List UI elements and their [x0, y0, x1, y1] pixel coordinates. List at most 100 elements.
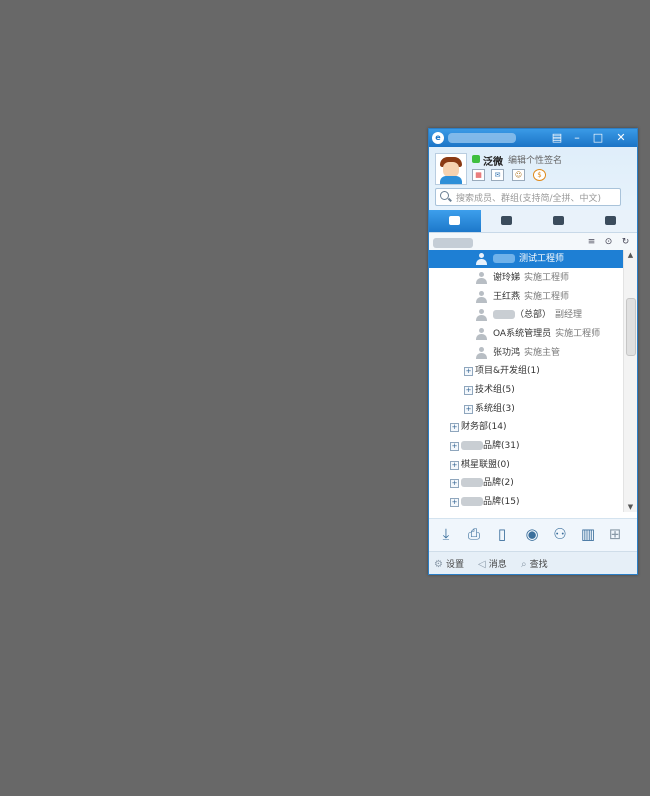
im-client-window: e ▤ – □ ✕ 泛微 编辑个性签名 ▦ ✉ ☺ $ 搜索成员、群组(支持简/… — [428, 128, 638, 575]
name-redacted — [461, 497, 483, 506]
expand-icon[interactable]: + — [450, 461, 459, 470]
contacts-card-icon[interactable]: ☺ — [512, 169, 525, 181]
expand-icon[interactable]: + — [450, 442, 459, 451]
department-row[interactable]: + 品牌(2) — [429, 474, 623, 492]
contact-title: 实施主管 — [524, 348, 561, 358]
find-label: 查找 — [529, 560, 548, 570]
settings-button[interactable]: ⚙ 设置 — [434, 557, 464, 570]
refresh-icon[interactable]: ↻ — [621, 238, 630, 247]
department-label: 品牌 — [483, 497, 502, 507]
contact-title: 实施工程师 — [524, 292, 570, 302]
group-row[interactable]: + 技术组(5) — [429, 381, 623, 399]
user-name: 泛微 — [483, 157, 503, 168]
group-row[interactable]: + 系统组(3) — [429, 400, 623, 418]
network-icon[interactable]: ⚇ — [551, 525, 569, 543]
department-label: 品牌 — [483, 478, 502, 488]
group-count: (1) — [527, 366, 540, 376]
department-label: 棋星联盟 — [461, 460, 498, 470]
expand-icon[interactable]: + — [450, 498, 459, 507]
main-tabs — [429, 210, 637, 233]
person-icon — [476, 291, 487, 303]
avatar[interactable] — [435, 153, 467, 185]
group-count: (3) — [502, 404, 515, 414]
department-label: 品牌 — [483, 441, 502, 451]
contact-row[interactable]: 张功鸿 实施主管 — [429, 344, 623, 362]
expand-icon[interactable]: + — [464, 367, 473, 376]
department-count: (0) — [497, 460, 510, 470]
department-count: (31) — [501, 441, 520, 451]
contact-row[interactable]: （总部） 副经理 — [429, 306, 623, 324]
contact-row[interactable]: OA系统管理员 实施工程师 — [429, 325, 623, 343]
name-redacted — [461, 478, 483, 487]
group-count: (5) — [502, 385, 515, 395]
person-icon — [476, 253, 487, 265]
group-label: 项目&开发组 — [475, 366, 528, 376]
status-bar: ⚙ 设置 ◁ 消息 ⌕ 查找 — [429, 551, 637, 574]
expand-icon[interactable]: + — [464, 405, 473, 414]
contact-row-selected[interactable]: 测试工程师 — [429, 250, 623, 268]
title-bar[interactable]: e ▤ – □ ✕ — [429, 129, 637, 147]
group-row[interactable]: + 项目&开发组(1) — [429, 362, 623, 380]
expand-icon[interactable]: + — [450, 423, 459, 432]
department-row[interactable]: + 棋星联盟(0) — [429, 456, 623, 474]
maximize-button[interactable]: □ — [590, 130, 606, 146]
department-count: (15) — [501, 497, 520, 507]
signature-edit[interactable]: 编辑个性签名 — [508, 153, 562, 166]
expand-icon[interactable]: + — [450, 479, 459, 488]
person-icon — [476, 272, 487, 284]
settings-label: 设置 — [445, 560, 464, 570]
person-icon — [476, 309, 487, 321]
calendar-icon[interactable]: ▦ — [472, 169, 485, 181]
locate-icon[interactable]: ⊙ — [604, 238, 613, 247]
minimize-button[interactable]: – — [569, 130, 585, 146]
statistics-icon[interactable]: ▥ — [579, 525, 597, 543]
scroll-down-icon[interactable]: ▼ — [624, 502, 637, 512]
app-logo-icon: e — [432, 132, 444, 144]
search-input[interactable]: 搜索成员、群组(支持简/全拼、中文) — [435, 188, 621, 206]
search-placeholder: 搜索成员、群组(支持简/全拼、中文) — [456, 194, 602, 204]
contact-name: 张功鸿 — [493, 348, 521, 358]
search-icon: ⌕ — [521, 559, 527, 570]
tab-organization[interactable] — [429, 210, 481, 232]
camera-icon[interactable]: ◉ — [523, 525, 541, 543]
tab-groups[interactable] — [481, 210, 533, 232]
close-button[interactable]: ✕ — [613, 130, 629, 146]
department-row[interactable]: + 品牌(15) — [429, 493, 623, 511]
chat-icon — [501, 216, 512, 225]
tab-recent[interactable] — [533, 210, 585, 232]
contact-name: 谢玲娣 — [493, 273, 521, 283]
tab-notices[interactable] — [585, 210, 637, 232]
contact-row[interactable]: 王红燕 实施工程师 — [429, 288, 623, 306]
contact-row[interactable]: 谢玲娣 实施工程师 — [429, 269, 623, 287]
group-label: 系统组 — [475, 404, 503, 414]
sort-icon[interactable]: ≡ — [587, 238, 596, 247]
person-icon — [476, 328, 487, 340]
messages-label: 消息 — [488, 560, 507, 570]
online-status-icon[interactable] — [472, 155, 480, 163]
inbox-icon[interactable]: ⎙ — [465, 525, 483, 543]
department-row[interactable]: + 品牌(31) — [429, 437, 623, 455]
contact-title: 实施工程师 — [524, 273, 570, 283]
contact-title: 实施工程师 — [555, 329, 601, 339]
download-icon[interactable]: ⤓ — [437, 525, 455, 543]
app-toolbar: ⤓ ⎙ ▯ ◉ ⚇ ▥ ⊞ — [429, 518, 637, 551]
list-scrollbar[interactable]: ▲ ▼ — [623, 250, 637, 512]
expand-icon[interactable]: + — [464, 386, 473, 395]
contact-name: OA系统管理员 — [493, 329, 552, 339]
scroll-up-icon[interactable]: ▲ — [624, 250, 637, 260]
name-redacted — [493, 310, 515, 319]
find-button[interactable]: ⌕ 查找 — [521, 557, 548, 570]
contact-title: 测试工程师 — [519, 254, 565, 264]
skin-icon[interactable]: ▤ — [549, 130, 565, 146]
department-count: (2) — [501, 478, 514, 488]
mobile-icon[interactable]: ▯ — [493, 525, 511, 543]
contact-name: （总部） — [515, 310, 552, 320]
contact-title: 副经理 — [555, 310, 583, 320]
group-label: 技术组 — [475, 385, 503, 395]
scroll-thumb[interactable] — [626, 298, 636, 356]
apps-grid-icon[interactable]: ⊞ — [606, 525, 624, 543]
department-row[interactable]: + 财务部(14) — [429, 418, 623, 436]
mail-icon[interactable]: ✉ — [491, 169, 504, 181]
messages-button[interactable]: ◁ 消息 — [478, 557, 507, 570]
points-icon[interactable]: $ — [533, 169, 546, 181]
